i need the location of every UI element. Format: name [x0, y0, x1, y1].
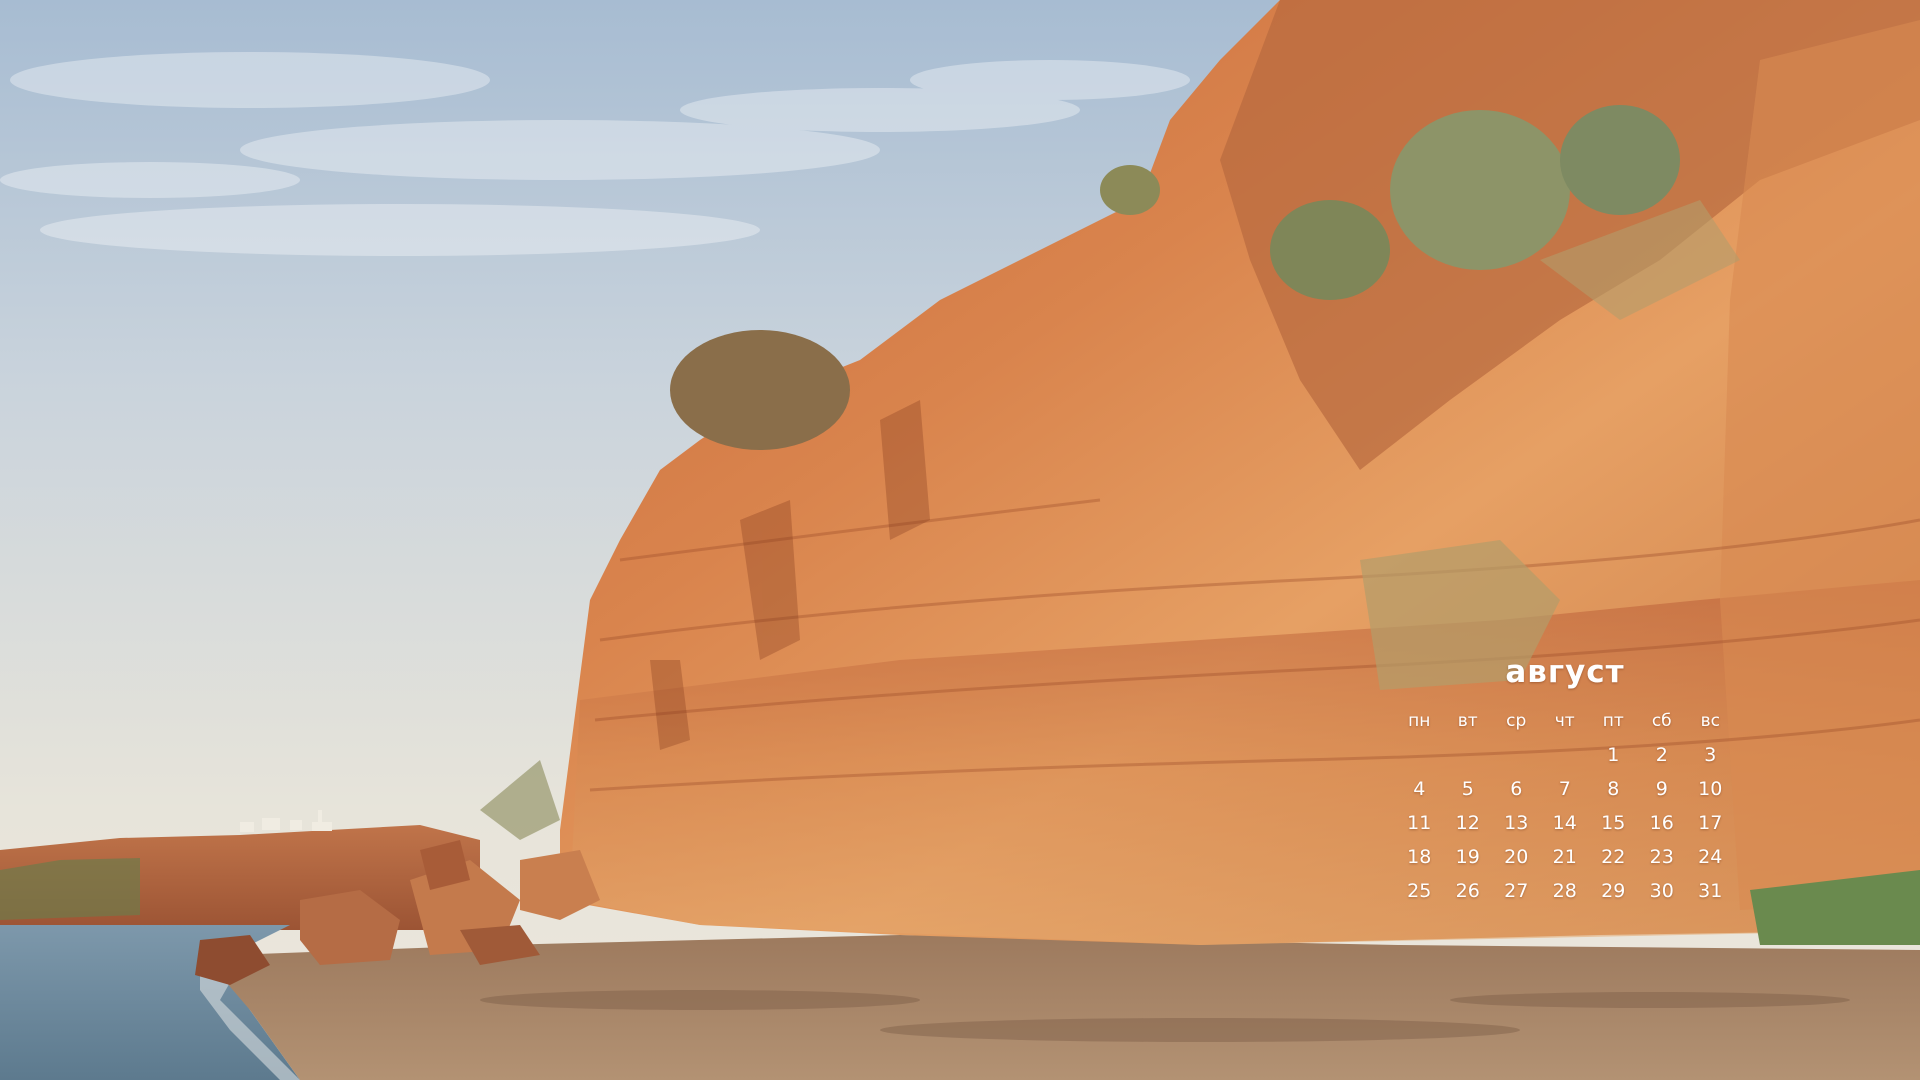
distant-vegetation [0, 858, 140, 920]
calendar-day: 16 [1649, 812, 1674, 834]
calendar-day: 2 [1655, 744, 1668, 766]
calendar-day: 7 [1558, 778, 1571, 800]
calendar-day: 19 [1455, 846, 1480, 868]
calendar-day: 3 [1704, 744, 1717, 766]
calendar-day: 11 [1407, 812, 1432, 834]
weekday-label: вт [1457, 711, 1478, 731]
calendar-day: 10 [1698, 778, 1723, 800]
calendar-day: 29 [1601, 880, 1626, 902]
calendar-day: 27 [1504, 880, 1529, 902]
calendar-day: 5 [1461, 778, 1474, 800]
calendar-month-title: август [1505, 654, 1625, 690]
calendar-grid: пн вт ср чт пт сб вс 1 2 3 4 5 6 7 8 9 10 11 12 13 14… [1395, 704, 1735, 908]
calendar-day: 4 [1413, 778, 1426, 800]
weekday-label: пн [1408, 711, 1431, 731]
calendar-day: 14 [1552, 812, 1577, 834]
calendar-day: 1 [1607, 744, 1620, 766]
calendar-day: 26 [1455, 880, 1480, 902]
calendar-day: 13 [1504, 812, 1529, 834]
calendar-day: 28 [1552, 880, 1577, 902]
calendar-day: 30 [1649, 880, 1674, 902]
weekday-label: чт [1554, 711, 1575, 731]
calendar-day: 12 [1455, 812, 1480, 834]
calendar-day: 18 [1407, 846, 1432, 868]
calendar-day: 24 [1698, 846, 1723, 868]
calendar-widget: август пн вт ср чт пт сб вс 1 2 3 4 5 6 7 8 9 10 1… [1395, 650, 1735, 908]
calendar-day: 9 [1655, 778, 1668, 800]
weekday-label: ср [1506, 711, 1527, 731]
calendar-day: 6 [1510, 778, 1523, 800]
calendar-day: 20 [1504, 846, 1529, 868]
calendar-day: 31 [1698, 880, 1723, 902]
calendar-day: 15 [1601, 812, 1626, 834]
calendar-day: 23 [1649, 846, 1674, 868]
calendar-day: 22 [1601, 846, 1626, 868]
calendar-day: 21 [1552, 846, 1577, 868]
calendar-day: 25 [1407, 880, 1432, 902]
calendar-day: 17 [1698, 812, 1723, 834]
background-photo [0, 0, 1920, 1080]
calendar-day: 8 [1607, 778, 1620, 800]
right-cliff-face [1720, 20, 1920, 910]
